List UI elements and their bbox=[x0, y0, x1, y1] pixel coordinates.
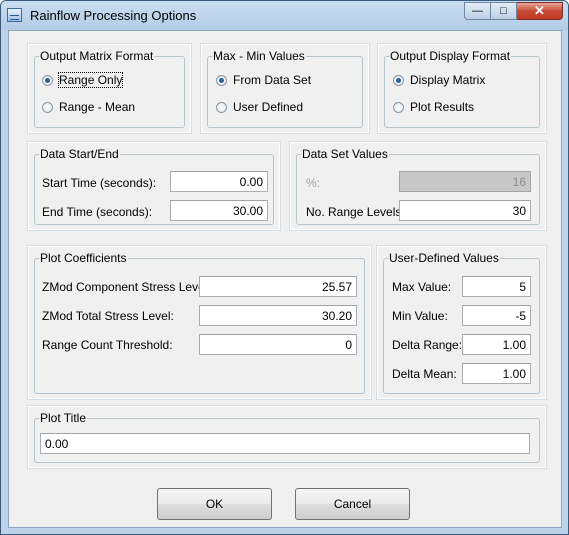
data-start-end-panel: Data Start/End Start Time (seconds): End… bbox=[27, 141, 281, 231]
component-stress-input[interactable] bbox=[199, 276, 357, 297]
delta-range-input[interactable] bbox=[462, 334, 531, 355]
app-icon bbox=[7, 8, 22, 22]
max-min-values-legend: Max - Min Values bbox=[213, 49, 305, 63]
plot-results-radio[interactable]: Plot Results bbox=[393, 99, 474, 115]
maximize-button[interactable]: □ bbox=[491, 2, 517, 20]
display-matrix-radio[interactable]: Display Matrix bbox=[393, 72, 485, 88]
range-only-radio[interactable]: Range Only bbox=[42, 72, 124, 88]
display-matrix-label: Display Matrix bbox=[410, 73, 486, 87]
max-min-values-group: Max - Min Values bbox=[207, 50, 363, 128]
from-data-set-radio[interactable]: From Data Set bbox=[216, 72, 311, 88]
output-matrix-format-group: Output Matrix Format bbox=[34, 50, 185, 128]
plot-title-legend: Plot Title bbox=[40, 411, 87, 425]
cancel-button[interactable]: Cancel bbox=[295, 488, 410, 520]
output-matrix-format-legend: Output Matrix Format bbox=[40, 49, 154, 63]
radio-unselected-icon bbox=[42, 101, 53, 113]
radio-unselected-icon bbox=[216, 101, 227, 113]
range-mean-label: Range - Mean bbox=[59, 100, 136, 114]
minimize-icon: — bbox=[472, 5, 483, 17]
close-button[interactable]: ✕ bbox=[517, 2, 563, 20]
data-set-values-panel: Data Set Values %: No. Range Levels: bbox=[289, 141, 547, 231]
dialog-window: Rainflow Processing Options — □ ✕ Output… bbox=[0, 0, 569, 535]
count-threshold-label: Range Count Threshold: bbox=[42, 338, 173, 352]
ok-button[interactable]: OK bbox=[157, 488, 272, 520]
plot-coefficients-panel: Plot Coefficients ZMod Component Stress … bbox=[27, 245, 372, 400]
plot-coefficients-legend: Plot Coefficients bbox=[40, 251, 127, 265]
start-time-input[interactable] bbox=[170, 171, 268, 192]
window-controls: — □ ✕ bbox=[464, 2, 563, 21]
start-time-label: Start Time (seconds): bbox=[42, 176, 157, 190]
radio-selected-icon bbox=[216, 74, 227, 86]
user-defined-values-legend: User-Defined Values bbox=[389, 251, 499, 265]
max-value-label: Max Value: bbox=[392, 280, 452, 294]
plot-results-label: Plot Results bbox=[410, 100, 475, 114]
delta-mean-input[interactable] bbox=[462, 363, 531, 384]
range-mean-radio[interactable]: Range - Mean bbox=[42, 99, 135, 115]
count-threshold-input[interactable] bbox=[199, 334, 357, 355]
maximize-icon: □ bbox=[500, 5, 507, 17]
radio-selected-icon bbox=[42, 74, 53, 86]
delta-mean-label: Delta Mean: bbox=[392, 367, 457, 381]
end-time-input[interactable] bbox=[170, 200, 268, 221]
from-data-set-label: From Data Set bbox=[233, 73, 312, 87]
output-matrix-panel: Output Matrix Format Range Only Range - … bbox=[27, 43, 192, 134]
output-display-format-legend: Output Display Format bbox=[390, 49, 511, 63]
close-icon: ✕ bbox=[534, 3, 545, 18]
delta-range-label: Delta Range: bbox=[392, 338, 463, 352]
min-value-label: Min Value: bbox=[392, 309, 448, 323]
radio-unselected-icon bbox=[393, 101, 404, 113]
radio-selected-icon bbox=[393, 74, 404, 86]
plot-title-panel: Plot Title bbox=[27, 405, 547, 469]
window-title: Rainflow Processing Options bbox=[30, 8, 197, 23]
range-only-label: Range Only bbox=[57, 72, 124, 88]
output-display-panel: Output Display Format Display Matrix Plo… bbox=[377, 43, 547, 134]
component-stress-label: ZMod Component Stress Level: bbox=[42, 280, 211, 294]
range-levels-label: No. Range Levels: bbox=[306, 205, 405, 219]
title-bar[interactable]: Rainflow Processing Options — □ ✕ bbox=[1, 1, 568, 30]
minimize-button[interactable]: — bbox=[464, 2, 491, 20]
total-stress-input[interactable] bbox=[199, 305, 357, 326]
user-defined-radio[interactable]: User Defined bbox=[216, 99, 303, 115]
data-set-values-legend: Data Set Values bbox=[302, 147, 388, 161]
plot-title-input[interactable] bbox=[40, 433, 530, 454]
end-time-label: End Time (seconds): bbox=[42, 205, 153, 219]
range-levels-input[interactable] bbox=[399, 200, 531, 221]
percent-label: %: bbox=[306, 176, 321, 190]
max-value-input[interactable] bbox=[462, 276, 531, 297]
user-defined-values-panel: User-Defined Values Max Value: Min Value… bbox=[376, 245, 547, 400]
dialog-client-area: Output Matrix Format Range Only Range - … bbox=[8, 30, 562, 528]
data-start-end-legend: Data Start/End bbox=[40, 147, 119, 161]
min-value-input[interactable] bbox=[462, 305, 531, 326]
total-stress-label: ZMod Total Stress Level: bbox=[42, 309, 174, 323]
user-defined-label: User Defined bbox=[233, 100, 304, 114]
max-min-panel: Max - Min Values From Data Set User Defi… bbox=[200, 43, 370, 134]
percent-input bbox=[399, 171, 531, 192]
output-display-format-group: Output Display Format bbox=[384, 50, 540, 128]
